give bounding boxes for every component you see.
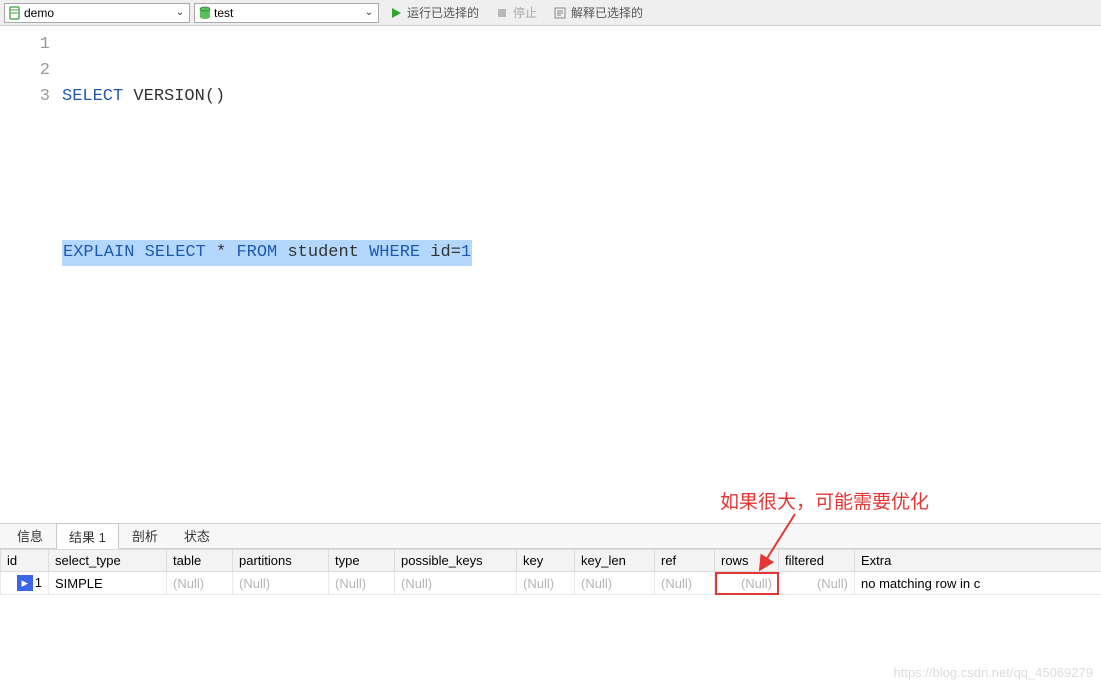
play-icon <box>389 6 403 20</box>
tab-result[interactable]: 结果 1 <box>56 523 119 549</box>
col-table[interactable]: table <box>167 550 233 572</box>
cell-table: (Null) <box>167 572 233 595</box>
code-line <box>62 162 1101 188</box>
stop-label: 停止 <box>513 4 537 21</box>
run-label: 运行已选择的 <box>407 4 479 21</box>
stop-icon <box>495 6 509 20</box>
cell-partitions: (Null) <box>233 572 329 595</box>
explain-button[interactable]: 解释已选择的 <box>547 3 649 23</box>
database-label: test <box>212 4 236 22</box>
col-key[interactable]: key <box>517 550 575 572</box>
col-filtered[interactable]: filtered <box>779 550 855 572</box>
stop-button[interactable]: 停止 <box>489 3 543 23</box>
toolbar: demo ⌄ test ⌄ 运行已选择的 停止 解释已选择的 <box>0 0 1101 26</box>
run-button[interactable]: 运行已选择的 <box>383 3 485 23</box>
col-rows[interactable]: rows <box>715 550 779 572</box>
code-line: EXPLAIN SELECT * FROM student WHERE id=1 <box>62 240 1101 266</box>
col-ref[interactable]: ref <box>655 550 715 572</box>
col-key-len[interactable]: key_len <box>575 550 655 572</box>
file-icon <box>8 6 22 20</box>
table-row[interactable]: ▸1 SIMPLE (Null) (Null) (Null) (Null) (N… <box>1 572 1101 595</box>
line-number: 3 <box>0 84 50 110</box>
results-grid[interactable]: id select_type table partitions type pos… <box>0 549 1101 595</box>
line-number: 1 <box>0 32 50 58</box>
cell-type: (Null) <box>329 572 395 595</box>
line-gutter: 1 2 3 <box>0 32 62 523</box>
col-id[interactable]: id <box>1 550 49 572</box>
cell-key-len: (Null) <box>575 572 655 595</box>
cell-id: 1 <box>35 575 42 590</box>
connection-label: demo <box>22 4 57 22</box>
col-possible-keys[interactable]: possible_keys <box>395 550 517 572</box>
table-header-row: id select_type table partitions type pos… <box>1 550 1101 572</box>
row-marker-icon: ▸ <box>17 575 33 591</box>
annotation-text: 如果很大，可能需要优化 <box>720 487 929 514</box>
connection-dropdown[interactable]: demo ⌄ <box>4 3 190 23</box>
explain-icon <box>553 6 567 20</box>
col-type[interactable]: type <box>329 550 395 572</box>
cell-ref: (Null) <box>655 572 715 595</box>
col-extra[interactable]: Extra <box>855 550 1101 572</box>
watermark: https://blog.csdn.net/qq_45069279 <box>894 665 1094 680</box>
sql-editor[interactable]: 1 2 3 SELECT VERSION() EXPLAIN SELECT * … <box>0 26 1101 523</box>
cell-select-type: SIMPLE <box>49 572 167 595</box>
code-area[interactable]: SELECT VERSION() EXPLAIN SELECT * FROM s… <box>62 32 1101 523</box>
line-number: 2 <box>0 58 50 84</box>
chevron-down-icon: ⌄ <box>362 4 376 22</box>
tab-profile[interactable]: 剖析 <box>119 522 171 548</box>
cell-rows: (Null) <box>715 572 779 595</box>
tab-status[interactable]: 状态 <box>171 522 223 548</box>
database-icon <box>198 6 212 20</box>
code-line: SELECT VERSION() <box>62 84 1101 110</box>
database-dropdown[interactable]: test ⌄ <box>194 3 379 23</box>
tab-info[interactable]: 信息 <box>4 522 56 548</box>
cell-key: (Null) <box>517 572 575 595</box>
explain-label: 解释已选择的 <box>571 4 643 21</box>
chevron-down-icon: ⌄ <box>173 4 187 22</box>
col-select-type[interactable]: select_type <box>49 550 167 572</box>
col-partitions[interactable]: partitions <box>233 550 329 572</box>
cell-filtered: (Null) <box>779 572 855 595</box>
cell-possible-keys: (Null) <box>395 572 517 595</box>
cell-extra: no matching row in c <box>855 572 1101 595</box>
result-tabs: 信息 结果 1 剖析 状态 <box>0 523 1101 549</box>
